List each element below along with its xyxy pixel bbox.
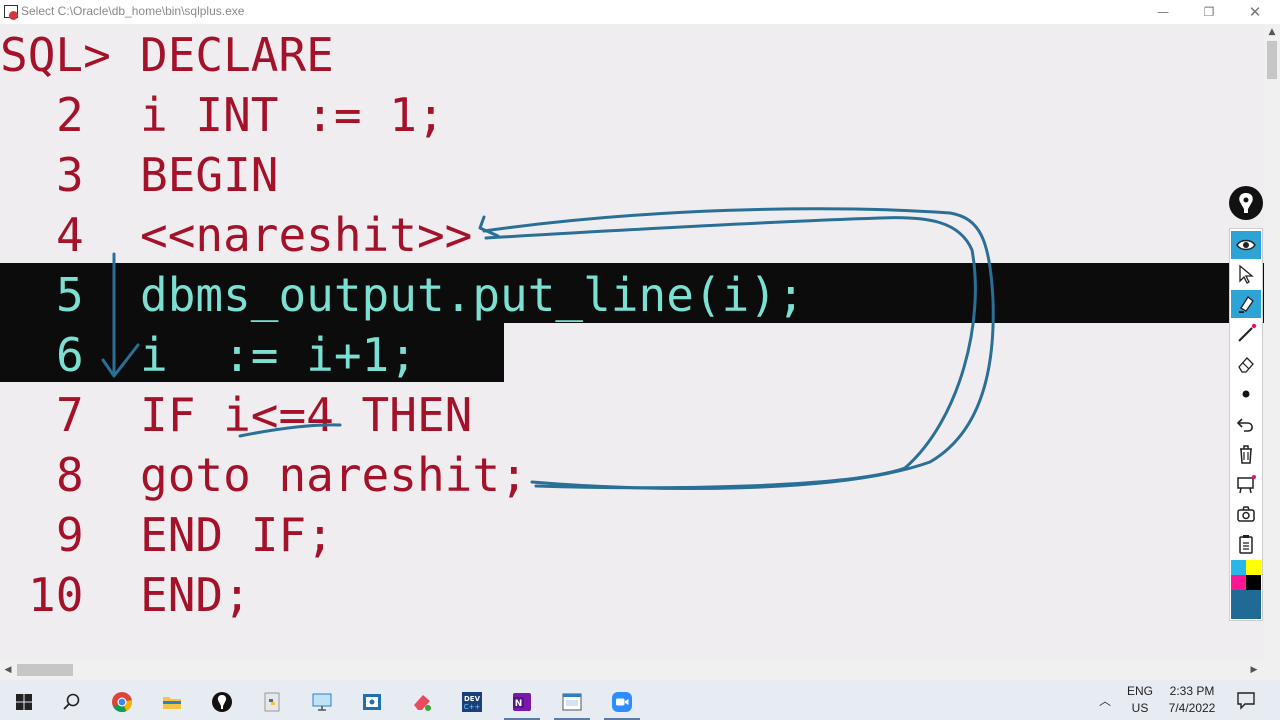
code-text: END IF; [140, 508, 334, 562]
console-line: SQL> DECLARE [0, 25, 334, 85]
highlighter-icon[interactable] [1231, 290, 1261, 318]
color-palette-icon[interactable] [1231, 560, 1261, 590]
remote-desktop-icon[interactable] [298, 684, 346, 720]
eraser-icon[interactable] [1231, 350, 1261, 378]
language-code: ENG [1126, 684, 1153, 698]
svg-text:C++: C++ [464, 703, 481, 711]
devc-icon[interactable]: DEV C++ [448, 684, 496, 720]
scroll-up-icon[interactable]: ▲ [1264, 24, 1280, 40]
windows-start-icon[interactable] [0, 684, 48, 720]
file-explorer-icon[interactable] [148, 684, 196, 720]
code-text: dbms_output.put_line(i); [140, 268, 805, 322]
code-text: i INT := 1; [140, 88, 445, 142]
window-title: Select C:\Oracle\db_home\bin\sqlplus.exe [21, 4, 245, 18]
pen-app-logo-icon[interactable] [1229, 186, 1263, 220]
screenshot-app-icon[interactable] [348, 684, 396, 720]
pen-toolbar [1229, 228, 1263, 621]
scroll-right-icon[interactable]: ▶ [1246, 662, 1262, 678]
eraser-app-icon[interactable] [398, 684, 446, 720]
line-number: 9 [56, 508, 84, 562]
line-number: 7 [56, 388, 84, 442]
language-indicator[interactable]: ENG US [1124, 683, 1156, 717]
python-icon[interactable] [248, 684, 296, 720]
tray-chevron-icon[interactable]: ︿ [1094, 684, 1116, 716]
pen-icon[interactable] [1231, 320, 1261, 348]
trash-icon[interactable] [1231, 440, 1261, 468]
scroll-left-icon[interactable]: ◀ [0, 662, 16, 678]
scroll-thumb[interactable] [1267, 41, 1277, 79]
dot-icon[interactable] [1231, 380, 1261, 408]
select-arrow-icon[interactable] [1231, 260, 1261, 288]
code-text: <<nareshit>> [140, 208, 473, 262]
code-text: IF i<=4 THEN [140, 388, 473, 442]
clock-date: 7/4/2022 [1168, 701, 1216, 715]
notification-icon[interactable] [1232, 686, 1260, 714]
clipboard-icon[interactable] [1231, 530, 1261, 558]
line-number: 2 [56, 88, 84, 142]
code-text: BEGIN [140, 148, 279, 202]
clock-time: 2:33 PM [1169, 684, 1215, 698]
vertical-scrollbar[interactable]: ▲ [1264, 24, 1280, 660]
taskbar-clock[interactable]: 2:33 PM 7/4/2022 [1160, 683, 1224, 717]
maximize-button[interactable]: ❐ [1186, 0, 1232, 24]
svg-text:N: N [515, 699, 523, 709]
console-line-selected: 5 dbms_output.put_line(i); [0, 265, 805, 325]
code-text: i := i+1; [140, 328, 417, 382]
chrome-icon[interactable] [98, 684, 146, 720]
console-line: 2 i INT := 1; [0, 85, 445, 145]
line-number: 5 [56, 268, 84, 322]
console-area[interactable]: SQL> DECLARE 2 i INT := 1; 3 BEGIN 4 <<n… [0, 24, 1264, 660]
sql-prompt: SQL> [0, 28, 111, 82]
region-code: US [1131, 701, 1149, 715]
search-icon[interactable] [48, 684, 96, 720]
line-number: 3 [56, 148, 84, 202]
whiteboard-icon[interactable] [1231, 470, 1261, 498]
line-number: 8 [56, 448, 84, 502]
console-line: 8 goto nareshit; [0, 445, 528, 505]
current-color-swatch[interactable] [1231, 590, 1261, 619]
camera-icon[interactable] [1231, 500, 1261, 528]
svg-text:DEV: DEV [464, 695, 481, 703]
console-line: 4 <<nareshit>> [0, 205, 472, 265]
pen-app-icon[interactable] [198, 684, 246, 720]
undo-icon[interactable] [1231, 410, 1261, 438]
eye-icon[interactable] [1231, 231, 1261, 259]
console-line: 3 BEGIN [0, 145, 278, 205]
taskbar: DEV C++ N [0, 680, 1280, 720]
title-bar: Select C:\Oracle\db_home\bin\sqlplus.exe… [0, 0, 1280, 24]
close-button[interactable]: ✕ [1232, 0, 1278, 24]
console-line: 7 IF i<=4 THEN [0, 385, 472, 445]
code-text: END; [140, 568, 251, 622]
zoom-icon[interactable] [598, 684, 646, 720]
code-text: goto nareshit; [140, 448, 528, 502]
console-line: 10 END; [0, 565, 251, 625]
console-line-selected: 6 i := i+1; [0, 325, 417, 385]
minimize-button[interactable]: — [1140, 0, 1186, 24]
onenote-icon[interactable]: N [498, 684, 546, 720]
sqlplus-icon[interactable] [548, 684, 596, 720]
code-text: DECLARE [140, 28, 334, 82]
sqlplus-app-icon [4, 5, 18, 20]
horizontal-scrollbar[interactable]: ◀ ▶ [0, 660, 1280, 680]
line-number: 4 [56, 208, 84, 262]
scroll-thumb[interactable] [17, 664, 73, 676]
line-number: 6 [56, 328, 84, 382]
line-number: 10 [28, 568, 84, 622]
console-line: 9 END IF; [0, 505, 334, 565]
